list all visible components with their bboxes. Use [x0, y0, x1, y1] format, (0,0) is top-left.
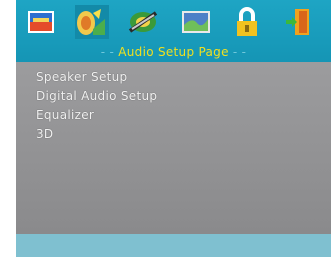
dvd-setup-screen: - - Audio Setup Page - - Speaker Setup D… [16, 0, 331, 257]
help-bar [16, 234, 331, 257]
setup-icon-bar [16, 3, 331, 43]
title-dash-left: - - [100, 45, 115, 59]
audio-setup-icon[interactable] [75, 5, 109, 39]
menu-item-equalizer[interactable]: Equalizer [36, 106, 157, 125]
menu-item-speaker-setup[interactable]: Speaker Setup [36, 68, 157, 87]
menu-item-digital-audio-setup[interactable]: Digital Audio Setup [36, 87, 157, 106]
title-text: Audio Setup Page [118, 45, 229, 59]
video-setup-icon[interactable] [126, 5, 160, 39]
menu-panel: Speaker Setup Digital Audio Setup Equali… [16, 62, 331, 234]
setup-header: - - Audio Setup Page - - [16, 0, 331, 62]
exit-door-icon[interactable] [282, 5, 316, 39]
title-dash-right: - - [232, 45, 247, 59]
page-title: - - Audio Setup Page - - [16, 45, 331, 59]
preference-icon[interactable] [179, 5, 213, 39]
audio-setup-menu: Speaker Setup Digital Audio Setup Equali… [36, 68, 157, 144]
password-lock-icon[interactable] [230, 5, 264, 39]
menu-item-3d[interactable]: 3D [36, 125, 157, 144]
general-setup-icon[interactable] [24, 5, 58, 39]
